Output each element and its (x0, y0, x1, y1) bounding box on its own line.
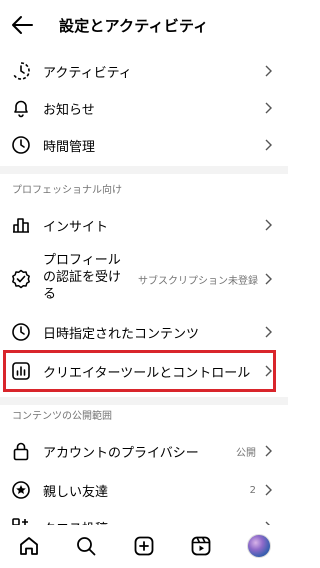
subscription-status: サブスクリプション未登録 (138, 275, 258, 287)
settings-item-label: 時間管理 (43, 139, 96, 155)
reels-icon[interactable] (189, 534, 213, 558)
settings-item-label: アカウントのプライバシー (43, 445, 199, 461)
settings-item-activity[interactable]: アクティビティ (0, 52, 288, 90)
settings-item-account-privacy[interactable]: アカウントのプライバシー 公開 (0, 432, 288, 470)
label-line: の認証を受け (43, 270, 122, 285)
settings-item-insights[interactable]: インサイト (0, 206, 288, 244)
verified-badge-icon (11, 269, 31, 289)
settings-item-label: 日時指定されたコンテンツ (43, 326, 200, 342)
profile-avatar[interactable] (247, 534, 271, 558)
privacy-status: 公開 (236, 447, 256, 459)
chevron-right-icon (265, 326, 272, 338)
highlight-box (3, 350, 276, 392)
settings-item-scheduled-content[interactable]: 日時指定されたコンテンツ (0, 313, 288, 351)
chevron-right-icon (265, 445, 272, 457)
lock-icon (11, 441, 31, 461)
chevron-right-icon (265, 273, 272, 285)
settings-item-time-management[interactable]: 時間管理 (0, 126, 288, 164)
settings-item-label: インサイト (43, 219, 109, 235)
chevron-right-icon (265, 65, 272, 77)
chevron-right-icon (265, 139, 272, 151)
bar-chart-icon (11, 215, 31, 235)
section-heading-professional: プロフェッショナル向け (12, 185, 122, 196)
settings-item-close-friends[interactable]: 親しい友達 2 (0, 471, 288, 509)
bell-icon (11, 98, 31, 118)
label-line: る (43, 287, 57, 302)
activity-icon (11, 61, 31, 81)
close-friends-count: 2 (249, 484, 256, 496)
create-icon[interactable] (132, 534, 156, 558)
settings-item-verified[interactable]: プロフィール の認証を受け る サブスクリプション未登録 (0, 252, 288, 306)
bottom-nav (0, 525, 288, 568)
clock-icon (11, 135, 31, 155)
page-title: 設定とアクティビティ (59, 17, 209, 35)
section-divider (0, 166, 288, 174)
label-line: プロフィール (43, 253, 121, 268)
clock-icon (11, 322, 31, 342)
settings-item-label: 親しい友達 (43, 484, 109, 500)
search-icon[interactable] (74, 534, 98, 558)
settings-item-label: アクティビティ (43, 65, 132, 81)
settings-item-label: お知らせ (43, 102, 95, 118)
chevron-right-icon (265, 219, 272, 231)
section-heading-content-visibility: コンテンツの公開範囲 (12, 411, 112, 422)
chevron-right-icon (265, 102, 272, 114)
home-icon[interactable] (17, 534, 41, 558)
settings-item-label: プロフィール の認証を受け る (43, 252, 121, 303)
settings-item-notifications[interactable]: お知らせ (0, 89, 288, 127)
header: 設定とアクティビティ (0, 0, 288, 50)
chevron-right-icon (265, 484, 272, 496)
star-circle-icon (11, 480, 31, 500)
section-divider (0, 397, 288, 405)
back-arrow-icon[interactable] (11, 15, 33, 35)
